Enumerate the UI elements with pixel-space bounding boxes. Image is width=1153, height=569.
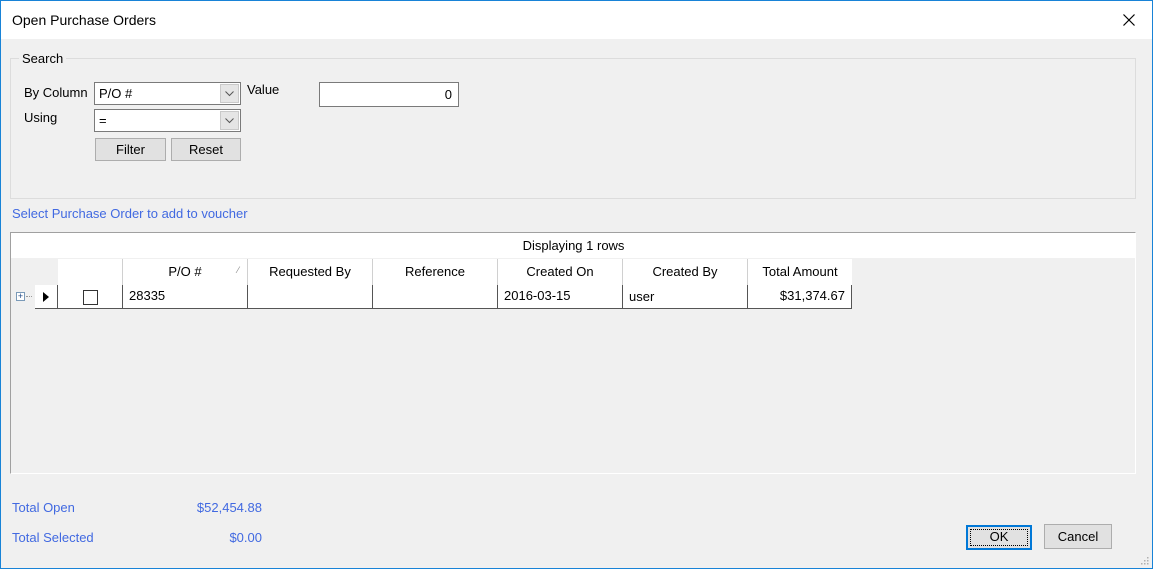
- purchase-orders-grid: Displaying 1 rows + P/O # ⁄ Requested By…: [10, 232, 1136, 474]
- table-row-po[interactable]: 28335: [123, 285, 248, 309]
- tree-connector: [26, 296, 32, 297]
- column-header-created-on[interactable]: Created On: [498, 259, 623, 285]
- instruction-text: Select Purchase Order to add to voucher: [12, 206, 248, 221]
- table-row-reference[interactable]: [373, 285, 498, 309]
- by-column-label: By Column: [24, 85, 88, 100]
- grid-caption: Displaying 1 rows: [11, 233, 1136, 258]
- cancel-button[interactable]: Cancel: [1044, 524, 1112, 549]
- using-label: Using: [24, 110, 58, 125]
- value-label: Value: [247, 82, 280, 97]
- row-select-checkbox[interactable]: [83, 290, 98, 305]
- sort-indicator-icon: ⁄: [237, 265, 239, 275]
- using-value: =: [99, 113, 107, 128]
- column-header-total-amount[interactable]: Total Amount: [748, 259, 852, 285]
- title-bar: Open Purchase Orders: [1, 1, 1152, 39]
- close-button[interactable]: [1106, 1, 1152, 39]
- chevron-down-icon[interactable]: [220, 111, 239, 130]
- by-column-select[interactable]: P/O #: [94, 82, 241, 105]
- ok-button-label: OK: [989, 529, 1009, 544]
- value-input[interactable]: 0: [319, 82, 459, 107]
- search-group-label: Search: [19, 51, 67, 66]
- table-row-created-by[interactable]: user: [623, 285, 748, 309]
- reset-button[interactable]: Reset: [171, 138, 241, 161]
- column-header-requested-by[interactable]: Requested By: [248, 259, 373, 285]
- table-row-created-on[interactable]: 2016-03-15: [498, 285, 623, 309]
- ok-button[interactable]: OK: [966, 525, 1032, 550]
- total-open-value: $52,454.88: [196, 500, 262, 515]
- table-row-requested-by[interactable]: [248, 285, 373, 309]
- row-header[interactable]: [35, 285, 58, 309]
- chevron-down-icon[interactable]: [220, 84, 239, 103]
- column-header-reference[interactable]: Reference: [373, 259, 498, 285]
- total-selected-value: $0.00: [229, 530, 262, 545]
- column-header-created-by[interactable]: Created By: [623, 259, 748, 285]
- column-header-select[interactable]: [58, 259, 123, 285]
- window-title: Open Purchase Orders: [12, 12, 156, 28]
- by-column-value: P/O #: [99, 86, 133, 101]
- using-select[interactable]: =: [94, 109, 241, 132]
- current-row-arrow-icon: [43, 292, 49, 302]
- filter-button[interactable]: Filter: [95, 138, 166, 161]
- total-selected-label: Total Selected: [12, 530, 94, 545]
- close-icon: [1123, 14, 1135, 26]
- resize-grip-icon[interactable]: [1139, 555, 1149, 565]
- column-header-po[interactable]: P/O # ⁄: [123, 259, 248, 285]
- expand-row-icon[interactable]: +: [16, 292, 25, 301]
- dialog-window: Open Purchase Orders Search By Column P/…: [0, 0, 1153, 569]
- table-row-total-amount[interactable]: $31,374.67: [748, 285, 852, 309]
- column-header-po-label: P/O #: [168, 264, 202, 279]
- total-open-label: Total Open: [12, 500, 75, 515]
